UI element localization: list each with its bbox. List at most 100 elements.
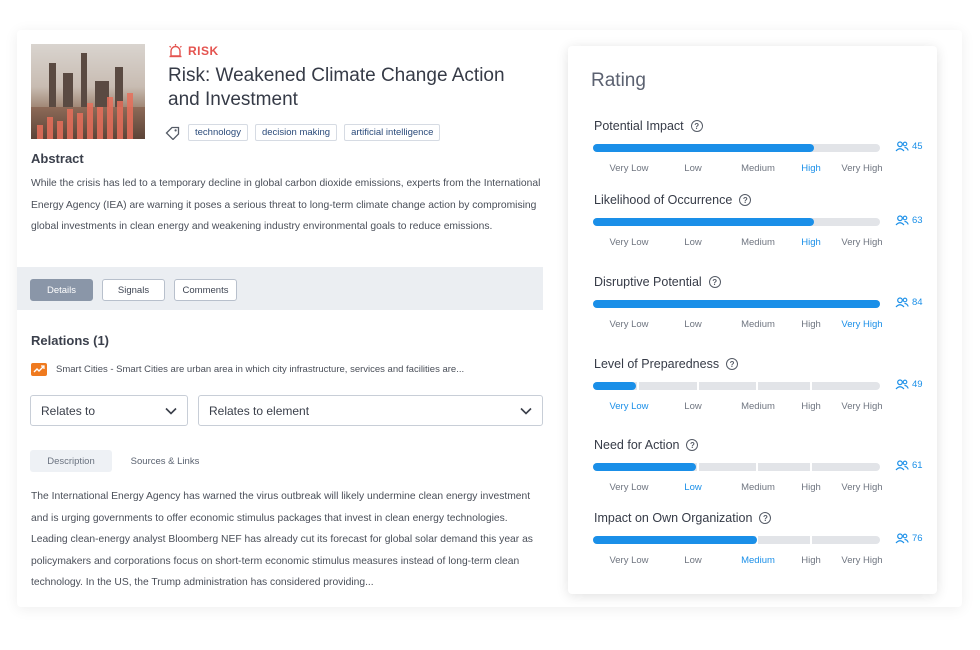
rating-level-label[interactable]: High [801,555,821,566]
voters-count-text: 49 [912,379,923,390]
rating-segment [699,463,756,471]
rating-level-label[interactable]: High [801,482,821,493]
rating-level-label[interactable]: Very High [841,319,882,330]
risk-type-text: RISK [188,44,219,58]
rating-level-label[interactable]: Medium [741,401,775,412]
voters-count-text: 63 [912,215,923,226]
criterion-label: Disruptive Potential? [594,275,721,289]
rating-level-label[interactable]: High [801,319,821,330]
rating-slider[interactable] [593,463,880,471]
rating-level-label[interactable]: Medium [741,163,775,174]
users-icon [895,215,909,226]
help-icon[interactable]: ? [690,120,703,132]
rating-level-label[interactable]: High [801,163,821,174]
voters-count[interactable]: 49 [895,379,923,390]
tab-signals[interactable]: Signals [102,279,165,301]
rating-fill [593,144,814,152]
help-icon[interactable]: ? [759,512,772,524]
criterion-label-text: Potential Impact [594,119,684,133]
users-icon [895,141,909,152]
help-icon[interactable]: ? [739,194,752,206]
rating-segment [758,463,810,471]
criterion-label-text: Level of Preparedness [594,357,720,371]
help-icon[interactable]: ? [726,358,739,370]
description-text: The International Energy Agency has warn… [31,491,533,588]
rating-level-label[interactable]: High [801,237,821,248]
rating-level-label[interactable]: Medium [741,482,775,493]
risk-type-label: RISK [168,44,219,58]
abstract-heading: Abstract [31,151,84,166]
chevron-down-icon [520,407,532,415]
rating-level-label[interactable]: Very High [841,401,882,412]
rating-level-label[interactable]: Low [684,319,701,330]
rating-level-label[interactable]: Very Low [609,237,648,248]
rating-segment [812,463,880,471]
rating-level-label[interactable]: Very High [841,163,882,174]
voters-count-text: 61 [912,460,923,471]
rating-level-label[interactable]: Very Low [609,163,648,174]
rating-level-label[interactable]: Very High [841,482,882,493]
rating-segment [812,144,880,152]
criterion-label-text: Likelihood of Occurrence [594,193,733,207]
chevron-down-icon [165,407,177,415]
relation-item-text: Smart Cities - Smart Cities are urban ar… [56,364,465,375]
tag-technology[interactable]: technology [188,124,248,141]
rating-segment [812,382,880,390]
rating-level-label[interactable]: Medium [741,237,775,248]
criterion-label-text: Disruptive Potential [594,275,702,289]
rating-slider[interactable] [593,536,880,544]
rating-level-label[interactable]: Low [684,555,701,566]
rating-fill [593,218,814,226]
criterion-label: Likelihood of Occurrence? [594,193,752,207]
rating-slider[interactable] [593,300,880,308]
rating-slider[interactable] [593,382,880,390]
help-icon[interactable]: ? [686,439,699,451]
criterion-label: Potential Impact? [594,119,703,133]
rating-level-label[interactable]: Very High [841,555,882,566]
subtab-description[interactable]: Description [30,450,112,472]
help-icon[interactable]: ? [708,276,721,288]
rating-heading: Rating [591,70,646,91]
voters-count[interactable]: 45 [895,141,923,152]
tag-artificial-intelligence[interactable]: artificial intelligence [344,124,441,141]
rating-segment [639,382,697,390]
rating-level-label[interactable]: Very Low [609,555,648,566]
rating-segment [699,382,756,390]
users-icon [895,297,909,308]
voters-count[interactable]: 84 [895,297,923,308]
rating-fill [593,463,696,471]
relates-to-select[interactable]: Relates to [30,395,188,426]
rating-level-label[interactable]: Low [684,401,701,412]
relation-item[interactable]: Smart Cities - Smart Cities are urban ar… [31,363,464,376]
tag-decision-making[interactable]: decision making [254,124,338,141]
criterion-label-text: Impact on Own Organization [594,511,753,525]
rating-fill [593,536,757,544]
rating-level-label[interactable]: Low [684,163,701,174]
criterion-label: Need for Action? [594,438,699,452]
voters-count[interactable]: 61 [895,460,923,471]
rating-level-label[interactable]: Very Low [609,319,648,330]
criterion-label: Level of Preparedness? [594,357,739,371]
criterion-label: Impact on Own Organization? [594,511,772,525]
rating-level-label[interactable]: Low [684,482,701,493]
relates-to-element-value: Relates to element [209,403,310,418]
abstract-text: While the crisis has led to a temporary … [31,178,541,232]
users-icon [895,460,909,471]
rating-level-label[interactable]: High [801,401,821,412]
rating-fill [593,382,636,390]
relates-to-element-select[interactable]: Relates to element [198,395,543,426]
rating-slider[interactable] [593,218,880,226]
voters-count[interactable]: 76 [895,533,923,544]
subtab-sources-links[interactable]: Sources & Links [124,450,206,472]
rating-level-label[interactable]: Low [684,237,701,248]
tag-icon[interactable] [165,126,181,140]
tab-comments[interactable]: Comments [174,279,237,301]
rating-level-label[interactable]: Very High [841,237,882,248]
rating-level-label[interactable]: Medium [741,555,775,566]
rating-slider[interactable] [593,144,880,152]
voters-count[interactable]: 63 [895,215,923,226]
tab-details[interactable]: Details [30,279,93,301]
rating-level-label[interactable]: Very Low [609,401,648,412]
rating-level-label[interactable]: Very Low [609,482,648,493]
rating-level-label[interactable]: Medium [741,319,775,330]
